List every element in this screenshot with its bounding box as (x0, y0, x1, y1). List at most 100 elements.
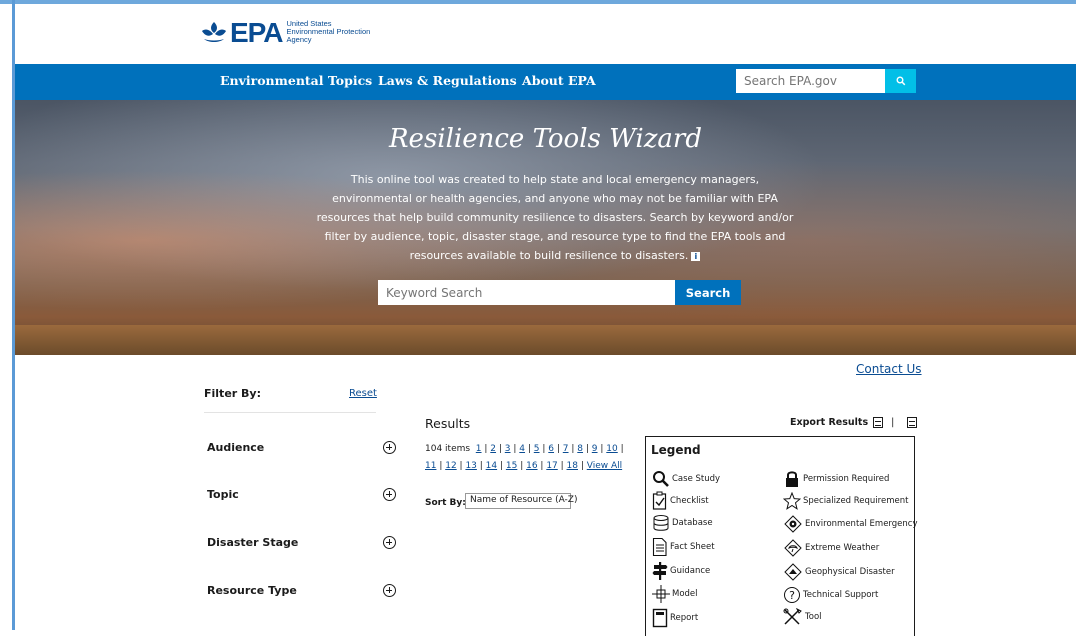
magnifier-icon (653, 471, 669, 487)
legend-technical-support: ? Technical Support (783, 586, 878, 604)
page-separator: | (517, 461, 527, 471)
page-separator: | (617, 444, 624, 454)
legend-label: Technical Support (803, 590, 879, 600)
page-link-18[interactable]: 18 (567, 461, 578, 471)
nav-about-epa[interactable]: About EPA (522, 73, 596, 88)
page-frame: EPA United States Environmental Protecti… (0, 0, 1076, 636)
legend-label: Checklist (670, 496, 709, 506)
sort-by-label: Sort By: (425, 498, 466, 508)
page-separator: | (554, 444, 563, 454)
page-link-16[interactable]: 16 (526, 461, 537, 471)
sort-select[interactable]: Name of Resource (A-Z) (465, 493, 577, 509)
nav-environmental-topics[interactable]: Environmental Topics (220, 73, 372, 88)
legend-permission-required: Permission Required (783, 470, 889, 488)
page-link-15[interactable]: 15 (506, 461, 517, 471)
page-title: Resilience Tools Wizard (388, 124, 702, 154)
page-link-10[interactable]: 10 (606, 444, 617, 454)
legend-label: Guidance (670, 566, 711, 576)
legend-label: Geophysical Disaster (805, 567, 895, 577)
epa-logo[interactable]: EPA United States Environmental Protecti… (200, 17, 371, 48)
legend-label: Report (670, 613, 699, 623)
keyword-search-button[interactable]: Search (675, 280, 741, 305)
page-separator: | (525, 444, 534, 454)
view-all-link[interactable]: View All (587, 461, 622, 471)
legend-report: Report (652, 608, 698, 628)
page-separator: | (476, 461, 486, 471)
question-icon: ? (784, 587, 800, 603)
page-separator: | (481, 444, 491, 454)
database-icon (653, 515, 669, 531)
signpost-icon (652, 562, 668, 580)
legend-specialized-requirement: Specialized Requirement (783, 492, 908, 510)
results-heading: Results (425, 416, 471, 431)
hero-landscape (15, 325, 1076, 355)
page-link-14[interactable]: 14 (486, 461, 497, 471)
expand-audience-icon[interactable] (383, 441, 396, 454)
legend-database: Database (652, 514, 713, 532)
hero-description-text: This online tool was created to help sta… (316, 173, 794, 262)
legend-label: Permission Required (803, 474, 890, 484)
page-separator: | (537, 461, 547, 471)
logo-sub-line-3: Agency (286, 35, 312, 44)
page-separator: | (510, 444, 520, 454)
model-icon (652, 585, 670, 603)
weather-icon (784, 539, 802, 557)
legend-model: Model (652, 585, 698, 603)
legend-panel: Legend Case Study Checklist Database Fac… (645, 436, 918, 636)
site-header: EPA United States Environmental Protecti… (15, 4, 1076, 64)
search-icon (896, 76, 905, 86)
hero-description: This online tool was created to help sta… (315, 170, 795, 265)
nav-laws-regulations[interactable]: Laws & Regulations (378, 73, 517, 88)
legend-label: Case Study (672, 474, 721, 484)
legend-label: Database (672, 518, 713, 528)
epa-search-input[interactable] (736, 69, 886, 93)
page-separator: | (568, 444, 578, 454)
facet-audience[interactable]: Audience (207, 441, 264, 454)
export-doc-icon[interactable] (873, 417, 884, 428)
page-separator: | (496, 444, 505, 454)
page-separator: | (497, 461, 506, 471)
page-link-17[interactable]: 17 (546, 461, 557, 471)
legend-label: Extreme Weather (805, 543, 880, 553)
keyword-search-input[interactable] (378, 280, 675, 305)
legend-tool: Tool (783, 608, 822, 626)
legend-guidance: Guidance (652, 561, 710, 581)
info-icon[interactable]: i (691, 252, 701, 261)
facet-resource-type[interactable]: Resource Type (207, 584, 297, 597)
page-separator: | (597, 444, 607, 454)
contact-us-link[interactable]: Contact Us (856, 362, 922, 376)
facet-disaster-stage[interactable]: Disaster Stage (207, 536, 298, 549)
legend-fact-sheet: Fact Sheet (652, 537, 715, 557)
checklist-icon (652, 491, 667, 510)
expand-resource-type-icon[interactable] (383, 584, 396, 597)
legend-environmental-emergency: Environmental Emergency (783, 515, 918, 533)
report-icon (652, 608, 668, 628)
export-xls-icon[interactable] (907, 417, 918, 428)
page-separator: | (539, 444, 549, 454)
page-separator: | (436, 461, 446, 471)
expand-disaster-stage-icon[interactable] (383, 536, 396, 549)
logo-agency-name: United States Environmental Protection A… (287, 20, 371, 44)
svg-text:?: ? (789, 589, 795, 602)
logo-wordmark: EPA (230, 17, 283, 48)
star-icon (783, 492, 801, 510)
legend-case-study: Case Study (652, 470, 720, 488)
facet-topic[interactable]: Topic (207, 488, 239, 501)
main-nav: Environmental Topics Laws & Regulations … (15, 64, 1076, 100)
hazard-icon (784, 515, 802, 533)
reset-filters-link[interactable]: Reset (349, 388, 377, 399)
epa-search-button[interactable] (885, 69, 916, 93)
page-link-13[interactable]: 13 (465, 461, 476, 471)
tools-icon (783, 608, 802, 625)
expand-topic-icon[interactable] (383, 488, 396, 501)
legend-label: Model (672, 589, 698, 599)
page-link-11[interactable]: 11 (425, 461, 436, 471)
page-link-12[interactable]: 12 (445, 461, 456, 471)
legend-label: Specialized Requirement (803, 496, 909, 506)
geophysical-icon (784, 563, 802, 581)
legend-label: Fact Sheet (670, 542, 715, 552)
hero-banner: Resilience Tools Wizard This online tool… (15, 100, 1076, 355)
legend-label: Environmental Emergency (805, 519, 918, 529)
page-separator: | (577, 461, 587, 471)
legend-geophysical-disaster: Geophysical Disaster (783, 563, 895, 581)
